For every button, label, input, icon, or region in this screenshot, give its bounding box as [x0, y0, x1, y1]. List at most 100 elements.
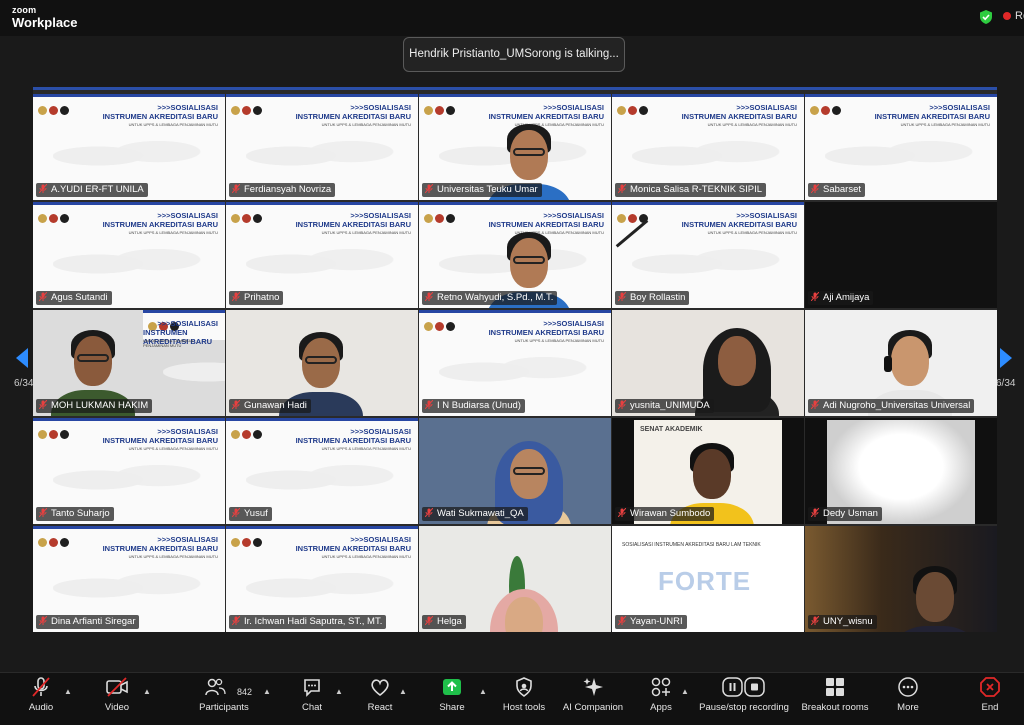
- participant-tile[interactable]: >>>SOSIALISASI INSTRUMEN AKREDITASI BARU U…: [805, 94, 997, 200]
- participant-tile[interactable]: >>>SOSIALISASI INSTRUMEN AKREDITASI BARU U…: [33, 310, 225, 416]
- world-map-background: [825, 134, 975, 178]
- participant-tile[interactable]: >>>SOSIALISASI INSTRUMEN AKREDITASI BARU U…: [612, 94, 804, 200]
- participant-tile[interactable]: >>>SOSIALISASI INSTRUMEN AKREDITASI BARU U…: [33, 526, 225, 632]
- participant-tile[interactable]: SENAT AKADEMIK Wirawan Sumbodo: [612, 418, 804, 524]
- apps-options-caret-icon[interactable]: ▲: [681, 687, 689, 696]
- pause-stop-recording-button[interactable]: Pause/stop recording: [696, 676, 792, 713]
- more-button[interactable]: More: [890, 676, 926, 713]
- world-map-background: [632, 134, 782, 178]
- slide-title: >>>SOSIALISASI: [157, 211, 218, 220]
- participant-tile[interactable]: >>>SOSIALISASI INSTRUMEN AKREDITASI BARU U…: [226, 526, 418, 632]
- chat-button[interactable]: Chat: [292, 676, 332, 713]
- participant-name: Universitas Teuku Umar: [437, 184, 538, 195]
- pause-stop-recording-label: Pause/stop recording: [699, 702, 789, 713]
- participant-tile[interactable]: >>>SOSIALISASI INSTRUMEN AKREDITASI BARU U…: [33, 202, 225, 308]
- video-off-icon: [106, 677, 128, 697]
- slide-heading: INSTRUMEN AKREDITASI BARU: [874, 112, 990, 121]
- slide-subtitle: UNTUK UPPS & LEMBAGA PENJAMINAN MUTU: [321, 122, 411, 127]
- breakout-rooms-label: Breakout rooms: [801, 702, 869, 713]
- chat-icon: [304, 679, 320, 697]
- slide-title: >>>SOSIALISASI: [350, 427, 411, 436]
- slide-subtitle: UNTUK UPPS & LEMBAGA PENJAMINAN MUTU: [321, 554, 411, 559]
- recording-label[interactable]: Re: [1015, 10, 1024, 22]
- react-label: React: [367, 702, 393, 713]
- world-map-background: [163, 350, 225, 394]
- participant-tile[interactable]: >>>SOSIALISASI INSTRUMEN AKREDITASI BARU U…: [226, 94, 418, 200]
- participant-tile[interactable]: Helga: [419, 526, 611, 632]
- breakout-rooms-icon: [826, 678, 844, 696]
- participant-name: Adi Nugroho_Universitas Universal: [823, 400, 971, 411]
- slide-heading: INSTRUMEN AKREDITASI BARU: [295, 220, 411, 229]
- participants-label: Participants: [199, 702, 249, 713]
- next-page-arrow-icon[interactable]: [998, 347, 1014, 369]
- participant-name: UNY_wisnu: [823, 616, 873, 627]
- ai-companion-button[interactable]: AI Companion: [560, 676, 626, 713]
- participant-tile[interactable]: SOSIALISASI INSTRUMEN AKREDITASI BARU LA…: [612, 526, 804, 632]
- participant-tile[interactable]: >>>SOSIALISASI INSTRUMEN AKREDITASI BARU U…: [612, 202, 804, 308]
- video-button[interactable]: Video: [96, 676, 138, 713]
- muted-mic-icon: [232, 616, 240, 625]
- institution-logos: [617, 102, 663, 115]
- participant-name: Retno Wahyudi, S.Pd., M.T.: [437, 292, 554, 303]
- slide-heading: INSTRUMEN AKREDITASI BARU: [295, 112, 411, 121]
- chat-label: Chat: [301, 702, 323, 713]
- slide-subtitle: UNTUK UPPS & LEMBAGA PENJAMINAN MUTU: [128, 230, 218, 235]
- participant-tile[interactable]: Adi Nugroho_Universitas Universal: [805, 310, 997, 416]
- page-number-left: 6/34: [14, 378, 34, 389]
- participant-nameplate: A.YUDI ER-FT UNILA: [36, 183, 148, 197]
- participant-nameplate: Yusuf: [229, 507, 272, 521]
- participant-nameplate: Dedy Usman: [808, 507, 882, 521]
- muted-mic-icon: [232, 184, 240, 193]
- participant-tile[interactable]: yusnita_UNIMUDA: [612, 310, 804, 416]
- participant-name: I N Budiarsa (Unud): [437, 400, 521, 411]
- participant-tile[interactable]: Wati Sukmawati_QA: [419, 418, 611, 524]
- participant-name: Tanto Suharjo: [51, 508, 110, 519]
- participant-tile[interactable]: >>>SOSIALISASI INSTRUMEN AKREDITASI BARU U…: [419, 202, 611, 308]
- participant-name: Wirawan Sumbodo: [630, 508, 711, 519]
- participant-nameplate: Gunawan Hadi: [229, 399, 311, 413]
- participant-tile[interactable]: >>>SOSIALISASI INSTRUMEN AKREDITASI BARU U…: [33, 94, 225, 200]
- brand-top: zoom: [12, 5, 37, 15]
- participant-nameplate: Agus Sutandi: [36, 291, 112, 305]
- react-button[interactable]: React: [362, 676, 398, 713]
- video-grid: >>>SOSIALISASI INSTRUMEN AKREDITASI BARU U…: [33, 87, 997, 632]
- participant-tile[interactable]: >>>SOSIALISASI INSTRUMEN AKREDITASI BARU U…: [226, 418, 418, 524]
- world-map-background: [246, 566, 396, 610]
- shield-check-icon[interactable]: [978, 9, 994, 25]
- breakout-rooms-button[interactable]: Breakout rooms: [800, 676, 870, 713]
- chat-options-caret-icon[interactable]: ▲: [335, 687, 343, 696]
- muted-mic-icon: [425, 184, 433, 193]
- host-tools-button[interactable]: Host tools: [500, 676, 548, 713]
- participant-name: Dina Arfianti Siregar: [51, 616, 136, 627]
- share-button[interactable]: Share: [434, 676, 470, 713]
- muted-mic-icon: [425, 292, 433, 301]
- participant-tile[interactable]: >>>SOSIALISASI INSTRUMEN AKREDITASI BARU U…: [419, 310, 611, 416]
- audio-options-caret-icon[interactable]: ▲: [64, 687, 72, 696]
- brand-bottom: Workplace: [12, 15, 78, 30]
- participants-options-caret-icon[interactable]: ▲: [263, 687, 271, 696]
- apps-button[interactable]: Apps: [644, 676, 678, 713]
- react-options-caret-icon[interactable]: ▲: [399, 687, 407, 696]
- participant-tile[interactable]: >>>SOSIALISASI INSTRUMEN AKREDITASI BARU U…: [419, 94, 611, 200]
- participant-tile[interactable]: >>>SOSIALISASI INSTRUMEN AKREDITASI BARU U…: [33, 418, 225, 524]
- institution-logos: [231, 534, 277, 547]
- slide-subtitle: UNTUK UPPS & LEMBAGA PENJAMINAN MUTU: [321, 230, 411, 235]
- slide-heading: INSTRUMEN AKREDITASI BARU: [488, 328, 604, 337]
- participant-name: Yusuf: [244, 508, 268, 519]
- participant-tile[interactable]: Aji Amijaya: [805, 202, 997, 308]
- participant-name: Ir. Ichwan Hadi Saputra, ST., MT.: [244, 616, 383, 627]
- participant-tile[interactable]: UNY_wisnu: [805, 526, 997, 632]
- participant-tile[interactable]: >>>SOSIALISASI INSTRUMEN AKREDITASI BARU U…: [226, 202, 418, 308]
- participant-tile[interactable]: Dedy Usman: [805, 418, 997, 524]
- end-button[interactable]: End: [972, 676, 1008, 713]
- slide-heading: INSTRUMEN AKREDITASI BARU: [102, 436, 218, 445]
- participant-nameplate: Yayan-UNRI: [615, 615, 687, 629]
- audio-button[interactable]: Audio: [20, 676, 62, 713]
- muted-mic-icon: [39, 292, 47, 301]
- participant-tile[interactable]: Gunawan Hadi: [226, 310, 418, 416]
- participant-nameplate: UNY_wisnu: [808, 615, 877, 629]
- share-screen-icon: [443, 679, 461, 695]
- previous-page-arrow-icon[interactable]: [14, 347, 30, 369]
- video-options-caret-icon[interactable]: ▲: [143, 687, 151, 696]
- share-options-caret-icon[interactable]: ▲: [479, 687, 487, 696]
